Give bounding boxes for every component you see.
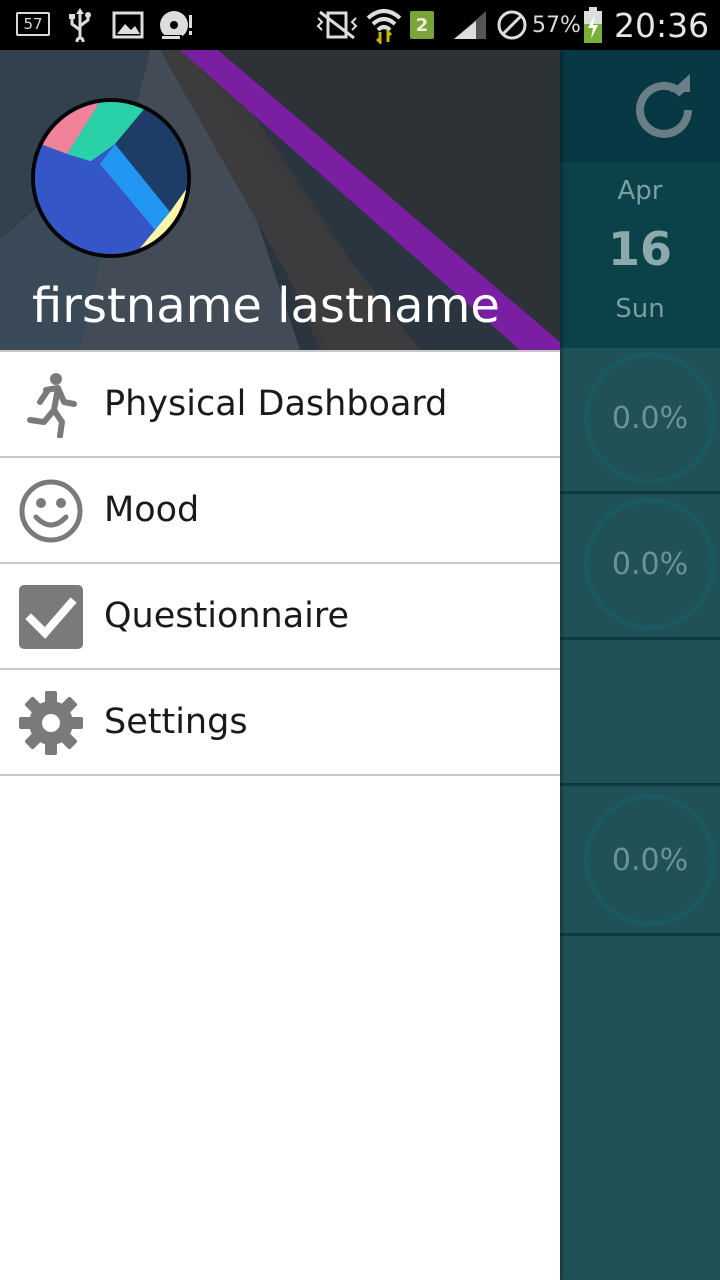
- menu-item-questionnaire[interactable]: Questionnaire: [0, 564, 560, 670]
- progress-ring: 0.0%: [584, 498, 716, 630]
- bg-toolbar: [560, 50, 720, 162]
- cell-signal-icon: [452, 0, 488, 50]
- network-badge: 2: [410, 11, 434, 39]
- battery-percent: 57%: [532, 12, 581, 38]
- progress-row: 0.0%: [560, 494, 720, 640]
- progress-row: 0.0%: [560, 348, 720, 494]
- menu-label: Questionnaire: [104, 596, 350, 636]
- no-data-icon: [496, 0, 528, 50]
- notification-count-icon: 57: [16, 12, 50, 36]
- app-screen: 57 2 57% 20:36 Apr 16 Sun 0.0% 0.0% 0.0%…: [0, 0, 720, 1280]
- date-day: 16: [607, 222, 672, 276]
- media-disc-icon: [158, 0, 196, 50]
- date-weekday: Sun: [615, 294, 665, 324]
- status-bar: 57 2 57% 20:36: [0, 0, 720, 50]
- menu-item-physical-dashboard[interactable]: Physical Dashboard: [0, 352, 560, 458]
- battery-charging-icon: [582, 0, 604, 50]
- progress-ring: 0.0%: [584, 794, 716, 926]
- image-icon: [112, 0, 144, 50]
- background-app: Apr 16 Sun 0.0% 0.0% 0.0%: [560, 50, 720, 1280]
- gear-icon: [18, 690, 84, 756]
- menu-item-settings[interactable]: Settings: [0, 670, 560, 776]
- refresh-icon[interactable]: [632, 74, 696, 142]
- smiley-face-icon: [18, 478, 84, 544]
- avatar[interactable]: [31, 98, 191, 258]
- menu-label: Settings: [104, 702, 248, 742]
- progress-row: 0.0%: [560, 790, 720, 936]
- clock: 20:36: [614, 5, 710, 45]
- avatar-logo-icon: [35, 102, 187, 254]
- usb-icon: [66, 0, 94, 50]
- running-person-icon: [18, 372, 84, 438]
- menu-label: Mood: [104, 490, 200, 530]
- progress-ring: 0.0%: [584, 352, 716, 484]
- date-month: Apr: [617, 176, 663, 206]
- date-panel: Apr 16 Sun: [560, 162, 720, 348]
- menu-item-mood[interactable]: Mood: [0, 458, 560, 564]
- navigation-drawer: firstname lastname Physical Dashboard Mo…: [0, 50, 560, 1280]
- wifi-icon: [366, 0, 402, 50]
- progress-row: [560, 640, 720, 786]
- user-name: firstname lastname: [32, 278, 500, 334]
- drawer-header: firstname lastname: [0, 50, 560, 350]
- vibrate-off-icon: [316, 0, 358, 50]
- menu-label: Physical Dashboard: [104, 384, 448, 424]
- checkbox-icon: [18, 584, 84, 650]
